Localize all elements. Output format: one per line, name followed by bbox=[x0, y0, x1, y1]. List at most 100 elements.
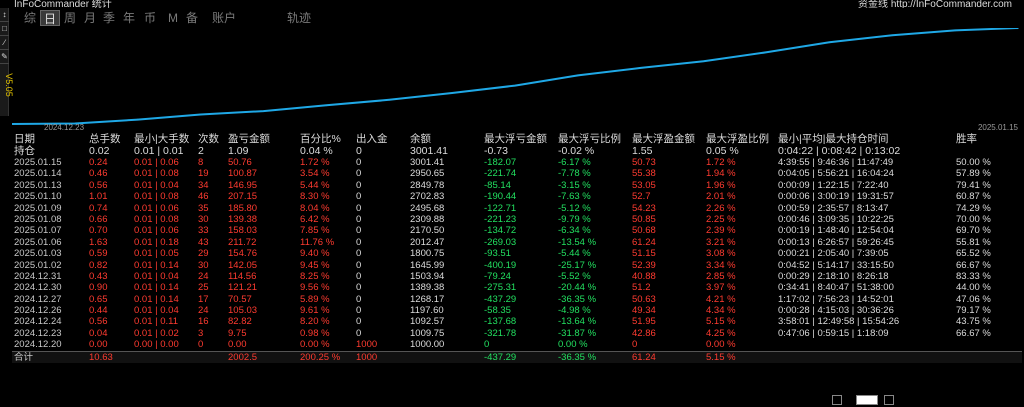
table-cell: 0 bbox=[356, 168, 362, 180]
column-header[interactable]: 盈亏金额 bbox=[228, 133, 298, 145]
column-header[interactable]: 最大浮盈金额 bbox=[632, 133, 704, 145]
table-cell: 0:00:21 | 2:05:40 | 7:39:05 bbox=[778, 248, 889, 260]
table-cell: 0.01 | 0.04 bbox=[134, 305, 179, 317]
table-cell: 2024.12.24 bbox=[14, 316, 62, 328]
tab-4[interactable]: 季 bbox=[99, 10, 119, 26]
table-cell: 2025.01.10 bbox=[14, 191, 62, 203]
tab-8[interactable]: 备 bbox=[182, 10, 202, 26]
table-cell: 2849.78 bbox=[410, 179, 445, 191]
table-cell: 1.09 bbox=[228, 145, 249, 157]
edit-icon[interactable]: ✎ bbox=[0, 50, 9, 64]
table-cell: 158.03 bbox=[228, 225, 258, 237]
table-cell: 43.75 % bbox=[956, 316, 991, 328]
column-header[interactable]: 总手数 bbox=[89, 133, 133, 145]
tab-3[interactable]: 月 bbox=[80, 10, 100, 26]
table-row[interactable]: 2024.12.27 0.65 0.01 | 0.14 17 70.57 5.89 % 0 1… bbox=[12, 294, 1022, 305]
column-header[interactable]: 最大浮亏金额 bbox=[484, 133, 556, 145]
tab-10[interactable]: 轨迹 bbox=[284, 10, 314, 26]
table-cell: 0.44 bbox=[89, 305, 108, 317]
tab-6[interactable]: 币 bbox=[140, 10, 160, 26]
column-header[interactable]: 余额 bbox=[410, 133, 482, 145]
table-cell: 0.01 | 0.08 bbox=[134, 168, 179, 180]
table-cell: 2025.01.06 bbox=[14, 236, 62, 248]
table-position-row[interactable]: 持仓 0.02 0.01 | 0.01 2 1.09 0.04 % 0 3001.41 -0.7… bbox=[12, 145, 1022, 157]
column-header[interactable]: 百分比% bbox=[300, 133, 354, 145]
column-header[interactable]: 最大浮盈比例 bbox=[706, 133, 776, 145]
table-cell: 3.21 % bbox=[706, 236, 736, 248]
table-row[interactable]: 2024.12.23 0.04 0.01 | 0.02 3 9.75 0.98 % 0 100… bbox=[12, 328, 1022, 339]
left-toolbar: ↕ □ ∕ ✎ V5.05 bbox=[0, 8, 14, 116]
table-cell: 4.21 % bbox=[706, 293, 736, 305]
brush-icon[interactable]: ∕ bbox=[0, 36, 9, 50]
table-cell: 0.05 % bbox=[706, 145, 739, 157]
table-cell: 2025.01.09 bbox=[14, 202, 62, 214]
table-cell: 8.30 % bbox=[300, 191, 330, 203]
table-cell: 0 bbox=[356, 248, 362, 260]
column-header[interactable]: 日期 bbox=[14, 133, 88, 145]
table-cell: 0:47:06 | 0:59:15 | 1:18:09 bbox=[778, 327, 889, 339]
table-cell: 24 bbox=[198, 305, 209, 317]
table-row[interactable]: 2025.01.14 0.46 0.01 | 0.08 19 100.87 3.54 % 0… bbox=[12, 168, 1022, 179]
table-row[interactable]: 2024.12.26 0.44 0.01 | 0.04 24 105.03 9.61 % 0… bbox=[12, 305, 1022, 316]
table-row[interactable]: 2024.12.31 0.43 0.01 | 0.04 24 114.56 8.25 % 0… bbox=[12, 271, 1022, 282]
table-row[interactable]: 2025.01.06 1.63 0.01 | 0.18 43 211.72 11.76 %… bbox=[12, 237, 1022, 248]
table-cell: 0 bbox=[198, 339, 204, 351]
table-cell: -134.72 bbox=[484, 225, 517, 237]
table-row[interactable]: 2025.01.10 1.01 0.01 | 0.08 46 207.15 8.30 % 0… bbox=[12, 191, 1022, 202]
title-bar: InFoCommander 统计 资金线 http://InFoCommande… bbox=[0, 0, 1024, 8]
table-cell: 17 bbox=[198, 293, 209, 305]
table-cell: 1.94 % bbox=[706, 168, 736, 180]
table-row[interactable]: 2025.01.03 0.59 0.01 | 0.05 29 154.76 9.40 % 0… bbox=[12, 248, 1022, 259]
table-cell: 1.55 bbox=[632, 145, 653, 157]
column-header[interactable]: 最大浮亏比例 bbox=[558, 133, 630, 145]
table-cell: 0 bbox=[484, 339, 490, 351]
table-row[interactable]: 2025.01.02 0.82 0.01 | 0.14 30 142.05 9.45 % 0… bbox=[12, 260, 1022, 271]
table-cell: 3.54 % bbox=[300, 168, 330, 180]
table-cell: -0.73 bbox=[484, 145, 508, 157]
table-cell: -25.17 % bbox=[558, 259, 597, 271]
period-tabs: 综日周月季年币 M 备账户 轨迹 bbox=[12, 8, 1024, 28]
tab-5[interactable]: 年 bbox=[119, 10, 139, 26]
table-cell: 4.34 % bbox=[706, 305, 736, 317]
table-cell: 50.68 bbox=[632, 225, 656, 237]
table-row[interactable]: 2025.01.09 0.74 0.01 | 0.06 35 185.80 8.04 % 0… bbox=[12, 203, 1022, 214]
equity-line bbox=[12, 28, 1019, 125]
column-header[interactable]: 最小|大手数 bbox=[134, 133, 196, 145]
table-cell: 10.63 bbox=[89, 351, 113, 363]
column-header[interactable]: 次数 bbox=[198, 133, 226, 145]
table-cell: -275.31 bbox=[484, 282, 517, 294]
window-icon[interactable]: □ bbox=[0, 22, 9, 36]
column-header[interactable]: 出入金 bbox=[356, 133, 408, 145]
column-header[interactable]: 最小|平均|最大持仓时间 bbox=[778, 133, 954, 145]
table-cell: 0:00:09 | 1:22:15 | 7:22:40 bbox=[778, 179, 889, 191]
table-row[interactable]: 2025.01.08 0.66 0.01 | 0.08 30 139.38 6.42 % 0… bbox=[12, 214, 1022, 225]
table-cell: -7.63 % bbox=[558, 191, 591, 203]
table-row[interactable]: 2024.12.30 0.90 0.01 | 0.14 25 121.21 9.56 % 0… bbox=[12, 282, 1022, 293]
tab-0[interactable]: 综 bbox=[20, 10, 40, 26]
tab-1[interactable]: 日 bbox=[40, 10, 60, 26]
table-row[interactable]: 2025.01.15 0.24 0.01 | 0.06 8 50.76 1.72 % 0 30… bbox=[12, 157, 1022, 168]
table-row[interactable]: 2024.12.20 0.00 0.00 | 0.00 0 0.00 0.00 % 1000… bbox=[12, 339, 1022, 350]
table-cell: 0:00:28 | 4:15:03 | 30:36:26 bbox=[778, 305, 894, 317]
table-cell: 0.01 | 0.05 bbox=[134, 248, 179, 260]
table-cell: 0:04:52 | 5:14:17 | 33:15:50 bbox=[778, 259, 894, 271]
table-cell: 8.25 % bbox=[300, 270, 330, 282]
tab-7[interactable]: M bbox=[163, 10, 183, 26]
pin-icon[interactable]: ↕ bbox=[0, 8, 9, 22]
column-header[interactable]: 胜率 bbox=[956, 133, 1016, 145]
table-row[interactable]: 2025.01.07 0.70 0.01 | 0.06 33 158.03 7.85 % 0… bbox=[12, 225, 1022, 236]
tab-2[interactable]: 周 bbox=[60, 10, 80, 26]
table-header-row: 日期 总手数 最小|大手数 次数 盈亏金额 百分比% 出入金 余额 最大浮亏金额 最大浮亏比例 最大… bbox=[12, 133, 1022, 145]
equity-point bbox=[577, 74, 579, 77]
table-total-row[interactable]: 合计 10.63 2002.5 200.25 % 1000 -437.29 -36.35 %… bbox=[12, 350, 1022, 363]
table-cell: 0.59 bbox=[89, 248, 108, 260]
equity-point bbox=[325, 104, 328, 107]
table-cell: 1.72 % bbox=[706, 157, 736, 168]
tab-9[interactable]: 账户 bbox=[205, 10, 243, 26]
table-cell: 0.00 | 0.00 bbox=[134, 339, 179, 351]
table-cell: 4.25 % bbox=[706, 327, 736, 339]
table-cell: 139.38 bbox=[228, 213, 258, 225]
table-row[interactable]: 2024.12.24 0.56 0.01 | 0.11 16 82.82 8.20 % 0 1… bbox=[12, 316, 1022, 327]
table-cell: 0:04:22 | 0:08:42 | 0:13:02 bbox=[778, 145, 901, 157]
table-row[interactable]: 2025.01.13 0.56 0.01 | 0.04 34 146.95 5.44 % 0… bbox=[12, 180, 1022, 191]
